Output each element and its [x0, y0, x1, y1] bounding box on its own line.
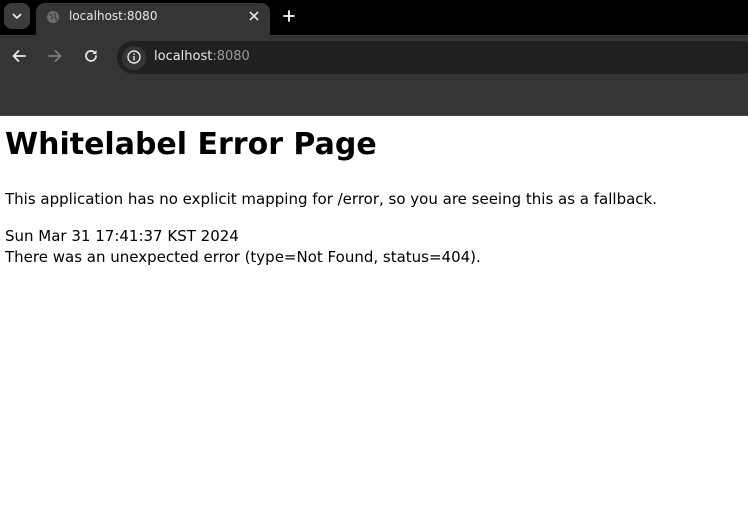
- error-timestamp: Sun Mar 31 17:41:37 KST 2024: [5, 227, 239, 245]
- reload-icon: [84, 48, 98, 67]
- url-text[interactable]: localhost:8080: [154, 49, 250, 64]
- browser-window: localhost:8080 localhost:8080 Whitelabel…: [0, 0, 748, 509]
- chevron-down-icon: [11, 7, 23, 26]
- plus-icon: [283, 7, 295, 26]
- url-host: localhost: [154, 49, 213, 64]
- globe-icon: [46, 9, 60, 23]
- tab-strip: localhost:8080: [0, 0, 748, 35]
- site-info-button[interactable]: [122, 46, 146, 70]
- tab-active[interactable]: localhost:8080: [36, 3, 270, 35]
- address-bar[interactable]: localhost:8080: [117, 41, 748, 74]
- new-tab-button[interactable]: [278, 5, 300, 27]
- arrow-right-icon: [48, 48, 62, 67]
- tab-title: localhost:8080: [69, 9, 158, 23]
- bookmarks-bar: [0, 81, 748, 116]
- info-icon: [127, 49, 141, 68]
- page-title: Whitelabel Error Page: [5, 127, 377, 162]
- forward-button[interactable]: [44, 46, 66, 68]
- error-message: This application has no explicit mapping…: [5, 190, 657, 208]
- arrow-left-icon: [12, 48, 26, 67]
- url-port: :8080: [212, 49, 250, 64]
- toolbar: localhost:8080: [0, 35, 748, 81]
- error-details: There was an unexpected error (type=Not …: [5, 248, 481, 266]
- reload-button[interactable]: [80, 46, 102, 68]
- close-icon[interactable]: [246, 8, 262, 24]
- back-button[interactable]: [8, 46, 30, 68]
- tab-search-button[interactable]: [4, 3, 30, 29]
- page-content: Whitelabel Error Page This application h…: [0, 116, 748, 509]
